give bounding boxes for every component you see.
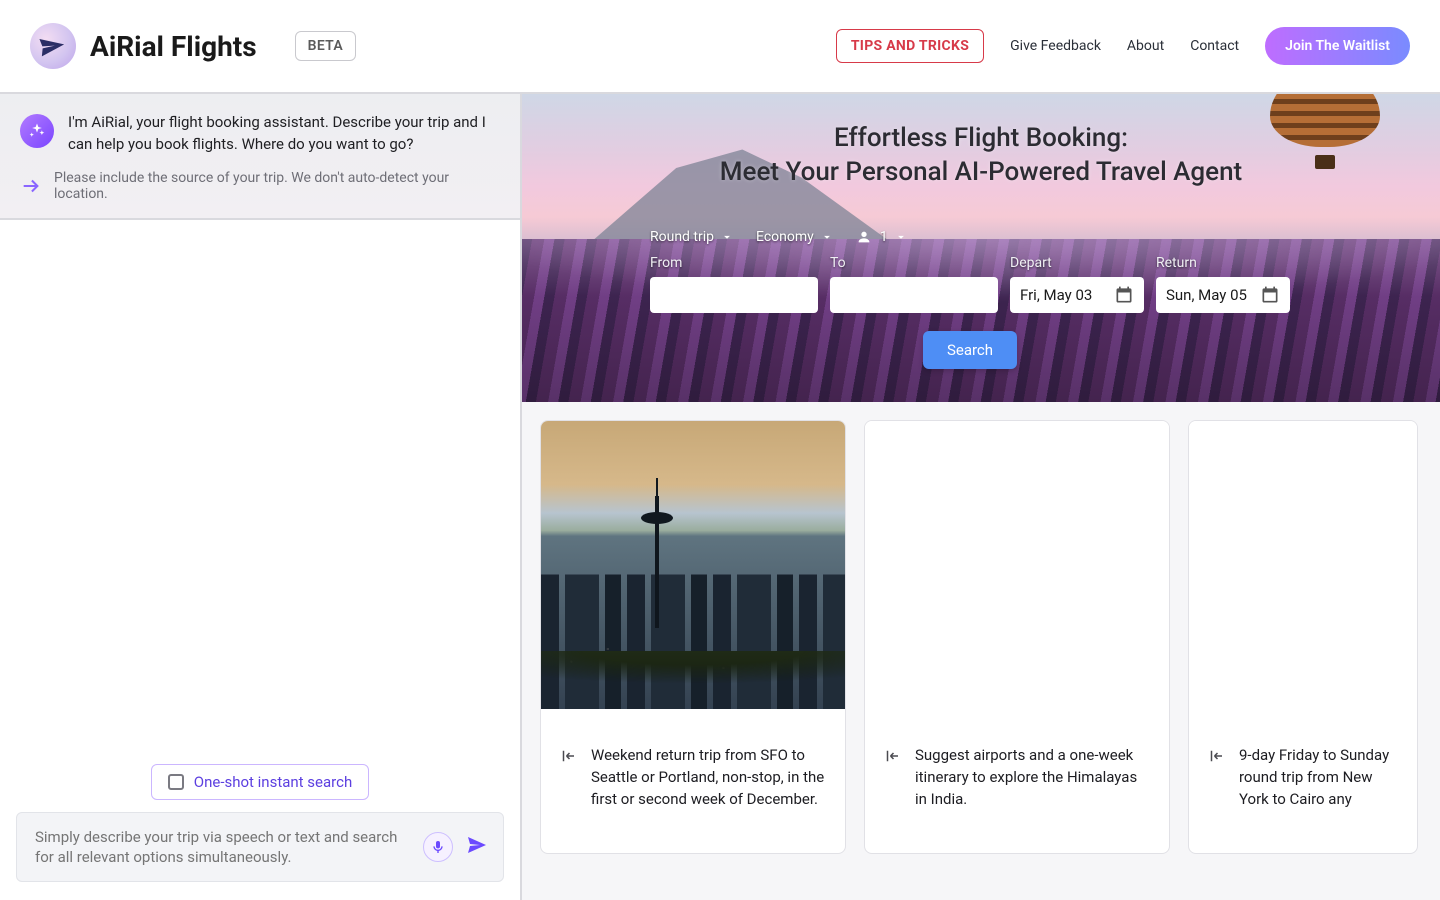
beta-chip: BETA — [295, 31, 356, 61]
sparkle-icon — [28, 122, 46, 140]
oneshot-label: One-shot instant search — [194, 773, 352, 791]
chevron-down-icon — [820, 230, 834, 244]
use-suggestion-icon — [559, 747, 577, 765]
tips-and-tricks-button[interactable]: TIPS AND TRICKS — [836, 29, 984, 63]
join-waitlist-button[interactable]: Join The Waitlist — [1265, 27, 1410, 65]
suggestion-card[interactable]: Weekend return trip from SFO to Seattle … — [540, 420, 846, 854]
passenger-count-select[interactable]: 1 — [856, 229, 908, 245]
mic-button[interactable] — [423, 832, 453, 862]
send-icon — [465, 833, 489, 857]
nav-contact[interactable]: Contact — [1190, 38, 1239, 54]
suggestion-card[interactable]: 9-day Friday to Sunday round trip from N… — [1188, 420, 1418, 854]
return-date-input[interactable]: Sun, May 05 — [1156, 277, 1290, 313]
brand-title: AiRial Flights — [90, 30, 257, 63]
suggestion-card[interactable]: Suggest airports and a one-week itinerar… — [864, 420, 1170, 854]
send-button[interactable] — [463, 831, 491, 863]
content-area: Effortless Flight Booking: Meet Your Per… — [522, 94, 1440, 900]
assistant-message-text: I'm AiRial, your flight booking assistan… — [68, 112, 500, 156]
person-icon — [856, 229, 872, 245]
card-image — [865, 421, 1169, 709]
chevron-down-icon — [720, 230, 734, 244]
chat-input[interactable] — [33, 825, 413, 870]
brand-logo — [30, 23, 76, 69]
flight-search-form: Round trip Economy 1 From — [650, 229, 1290, 369]
hero-banner: Effortless Flight Booking: Meet Your Per… — [522, 94, 1440, 402]
from-label: From — [650, 255, 818, 271]
top-nav: AiRial Flights BETA TIPS AND TRICKS Give… — [0, 0, 1440, 92]
hint-arrow-icon — [20, 175, 42, 197]
cabin-class-select[interactable]: Economy — [756, 229, 834, 245]
nav-give-feedback[interactable]: Give Feedback — [1010, 38, 1101, 54]
to-input[interactable] — [830, 277, 998, 313]
oneshot-checkbox[interactable] — [168, 774, 184, 790]
hero-title: Effortless Flight Booking: Meet Your Per… — [522, 122, 1440, 190]
suggestion-cards[interactable]: Weekend return trip from SFO to Seattle … — [522, 402, 1440, 872]
card-image — [1189, 421, 1417, 709]
calendar-icon — [1260, 285, 1280, 305]
calendar-icon — [1114, 285, 1134, 305]
airplane-icon — [35, 29, 69, 63]
card-text: Weekend return trip from SFO to Seattle … — [591, 745, 827, 810]
chat-panel: I'm AiRial, your flight booking assistan… — [0, 94, 520, 900]
nav-about[interactable]: About — [1127, 38, 1164, 54]
oneshot-toggle[interactable]: One-shot instant search — [151, 764, 369, 800]
trip-type-select[interactable]: Round trip — [650, 229, 734, 245]
return-label: Return — [1156, 255, 1290, 271]
use-suggestion-icon — [883, 747, 901, 765]
from-input[interactable] — [650, 277, 818, 313]
microphone-icon — [430, 839, 446, 855]
card-text: Suggest airports and a one-week itinerar… — [915, 745, 1151, 810]
card-text: 9-day Friday to Sunday round trip from N… — [1239, 745, 1399, 810]
assistant-message: I'm AiRial, your flight booking assistan… — [0, 94, 520, 220]
chevron-down-icon — [894, 230, 908, 244]
card-image — [541, 421, 845, 709]
chat-input-bar — [16, 812, 504, 883]
assistant-avatar-icon — [20, 114, 54, 148]
depart-date-input[interactable]: Fri, May 03 — [1010, 277, 1144, 313]
use-suggestion-icon — [1207, 747, 1225, 765]
to-label: To — [830, 255, 998, 271]
assistant-hint-text: Please include the source of your trip. … — [54, 170, 500, 202]
search-button[interactable]: Search — [923, 331, 1017, 369]
depart-label: Depart — [1010, 255, 1144, 271]
